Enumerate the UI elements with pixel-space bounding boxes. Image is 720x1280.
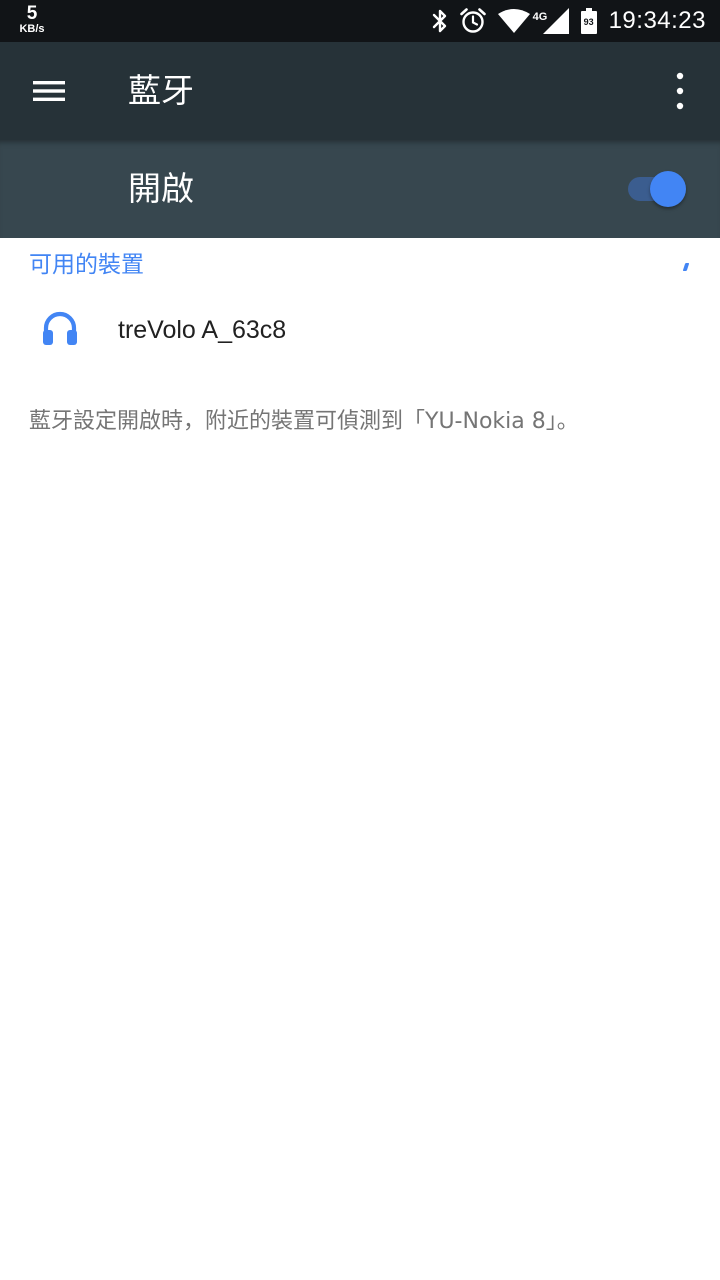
alarm-icon (459, 7, 487, 35)
scanning-progress-indicator (682, 263, 690, 271)
battery-level-text: 93 (583, 17, 594, 27)
battery-icon: 93 (580, 8, 597, 34)
switch-thumb (650, 171, 686, 207)
hamburger-menu-icon (33, 81, 65, 101)
app-bar: 藍牙 (0, 42, 720, 140)
status-icons: 4G 93 19:34:23 (421, 0, 706, 42)
bluetooth-settings-screen: 5 KB/s 4G 93 19:34:23 藍牙 開啟 可用的裝置 treVol… (0, 0, 720, 1280)
network-speed-value: 5 (26, 3, 38, 24)
cell-signal-icon: 4G (533, 7, 571, 35)
bluetooth-toggle-switch[interactable] (628, 171, 686, 207)
device-list-item[interactable]: treVolo A_63c8 (0, 292, 720, 370)
more-vert-icon (676, 72, 684, 110)
device-name: treVolo A_63c8 (118, 316, 287, 344)
overflow-menu-button[interactable] (656, 67, 704, 115)
bluetooth-visibility-note: 藍牙設定開啟時，附近的裝置可偵測到「YU-Nokia 8」。 (29, 409, 579, 434)
wifi-icon (497, 8, 531, 34)
status-bar: 5 KB/s 4G 93 19:34:23 (0, 0, 720, 42)
network-type-label: 4G (532, 11, 548, 23)
available-devices-header: 可用的裝置 (29, 252, 144, 278)
network-speed-unit: KB/s (19, 23, 45, 35)
network-speed-indicator: 5 KB/s (14, 4, 50, 35)
headphones-icon (40, 308, 80, 348)
bluetooth-master-switch-row[interactable]: 開啟 (0, 140, 720, 238)
page-title: 藍牙 (128, 71, 194, 110)
bluetooth-icon (431, 8, 449, 34)
bluetooth-switch-label: 開啟 (128, 169, 194, 208)
navigation-menu-button[interactable] (22, 67, 76, 115)
status-clock: 19:34:23 (608, 7, 706, 34)
